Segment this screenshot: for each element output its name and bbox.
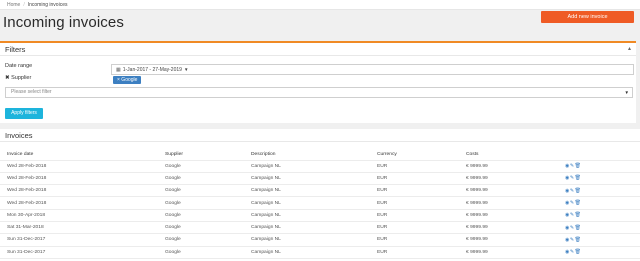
cell-invoice-date: Sat 31-Mar-2018 [0,221,165,235]
row-actions: ◉✎🗑 [565,246,640,259]
cell-description: Campaign NL [251,172,377,186]
table-row[interactable]: Wed 28-Feb-2018 Google Campaign NL EUR € 999… [0,196,640,210]
cell-currency: EUR [377,209,466,222]
cell-costs: € 9999.99 [466,221,565,235]
cell-costs: € 9999.99 [466,160,565,173]
cell-supplier: Google [165,246,251,259]
cell-description: Campaign NL [251,233,377,247]
breadcrumb: Home / Incoming invoices [0,0,640,10]
table-row[interactable]: Sun 31-Dec-2017 Google Campaign NL EUR € 999… [0,233,640,247]
row-actions: ◉✎🗑 [565,209,640,222]
cell-invoice-date: Wed 28-Feb-2018 [0,196,165,210]
invoices-panel: Invoices Invoice date Supplier Descripti… [0,129,640,261]
date-range-input[interactable]: ▦ 1-Jan-2017 - 27-May-2019 ▼ [111,64,634,75]
cell-currency: EUR [377,184,466,198]
remove-supplier-icon[interactable]: ✖ [5,75,10,81]
cell-costs: € 9999.99 [466,233,565,247]
invoices-title: Invoices [0,129,640,142]
filters-header: Filters ▴ [0,43,636,56]
trash-icon[interactable]: 🗑 [575,237,582,243]
cell-invoice-date: Wed 28-Feb-2018 [0,172,165,186]
date-range-value: 1-Jan-2017 - 27-May-2019 [122,67,182,73]
row-actions: ◉✎🗑 [565,196,640,210]
cell-currency: EUR [377,172,466,186]
trash-icon[interactable]: 🗑 [575,188,582,194]
breadcrumb-separator: / [23,2,25,8]
cell-invoice-date: Wed 28-Feb-2018 [0,184,165,198]
trash-icon[interactable]: 🗑 [575,163,582,169]
cell-costs: € 9999.99 [466,172,565,186]
cell-supplier: Google [165,196,251,210]
row-actions: ◉✎🗑 [565,233,640,247]
supplier-label: ✖ Supplier [5,75,31,81]
cell-currency: EUR [377,221,466,235]
cell-description: Campaign NL [251,209,377,222]
table-row[interactable]: Wed 28-Feb-2018 Google Campaign NL EUR € 999… [0,172,640,186]
breadcrumb-current: Incoming invoices [27,2,68,8]
cell-supplier: Google [165,221,251,235]
col-supplier[interactable]: Supplier [165,149,251,161]
row-actions: ◉✎🗑 [565,221,640,235]
cell-invoice-date: Sun 31-Dec-2017 [0,233,165,247]
trash-icon[interactable]: 🗑 [575,212,582,218]
table-row[interactable]: Sat 31-Mar-2018 Google Campaign NL EUR € 999… [0,221,640,235]
cell-costs: € 9999.99 [466,246,565,259]
cell-description: Campaign NL [251,246,377,259]
page-title: Incoming invoices [3,14,124,31]
apply-filters-button[interactable]: Apply filters [5,108,43,119]
cell-invoice-date: Sun 31-Dec-2017 [0,246,165,259]
row-actions: ◉✎🗑 [565,172,640,186]
trash-icon[interactable]: 🗑 [575,200,582,206]
col-invoice-date[interactable]: Invoice date [0,149,165,161]
col-costs[interactable]: Costs [466,149,565,161]
cell-currency: EUR [377,160,466,173]
cell-costs: € 9999.99 [466,184,565,198]
table-row[interactable]: Sun 31-Dec-2017 Google Campaign NL EUR € 999… [0,246,640,259]
table-row[interactable]: Wed 28-Feb-2018 Google Campaign NL EUR € 999… [0,184,640,198]
trash-icon[interactable]: 🗑 [575,175,582,181]
cell-costs: € 9999.99 [466,196,565,210]
collapse-icon[interactable]: ▴ [628,43,631,56]
table-row[interactable]: Mon 30-Apr-2018 Google Campaign NL EUR € 999… [0,209,640,222]
cell-invoice-date: Mon 30-Apr-2018 [0,209,165,222]
supplier-label-text: Supplier [11,75,32,81]
cell-supplier: Google [165,172,251,186]
col-actions [565,149,640,161]
cell-currency: EUR [377,246,466,259]
cell-supplier: Google [165,233,251,247]
cell-description: Campaign NL [251,196,377,210]
table-header-row: Invoice date Supplier Description Curren… [0,149,640,161]
cell-currency: EUR [377,233,466,247]
filters-panel: Filters ▴ Date range ▦ 1-Jan-2017 - 27-Ma… [0,41,636,123]
col-description[interactable]: Description [251,149,377,161]
row-actions: ◉✎🗑 [565,184,640,198]
add-new-invoice-button[interactable]: Add new invoice [541,11,634,23]
cell-description: Campaign NL [251,221,377,235]
filter-select-placeholder: Please select filter [11,89,52,95]
trash-icon[interactable]: 🗑 [575,249,582,255]
cell-description: Campaign NL [251,160,377,173]
invoices-table: Invoice date Supplier Description Curren… [0,149,640,259]
table-row[interactable]: Wed 28-Feb-2018 Google Campaign NL EUR € 999… [0,160,640,173]
dropdown-caret-icon: ▼ [624,90,629,95]
cell-currency: EUR [377,196,466,210]
calendar-icon: ▦ [116,67,121,73]
cell-description: Campaign NL [251,184,377,198]
chevron-down-icon: ▼ [183,67,189,72]
col-currency[interactable]: Currency [377,149,466,161]
cell-costs: € 9999.99 [466,209,565,222]
cell-supplier: Google [165,184,251,198]
filters-title: Filters [5,45,26,54]
filter-select[interactable]: Please select filter ▼ [5,87,633,98]
breadcrumb-home[interactable]: Home [7,2,20,8]
cell-invoice-date: Wed 28-Feb-2018 [0,160,165,173]
date-range-label: Date range [5,63,33,69]
row-actions: ◉✎🗑 [565,160,640,173]
supplier-tag-google[interactable]: × Google [113,76,142,84]
cell-supplier: Google [165,160,251,173]
cell-supplier: Google [165,209,251,222]
trash-icon[interactable]: 🗑 [575,225,582,231]
